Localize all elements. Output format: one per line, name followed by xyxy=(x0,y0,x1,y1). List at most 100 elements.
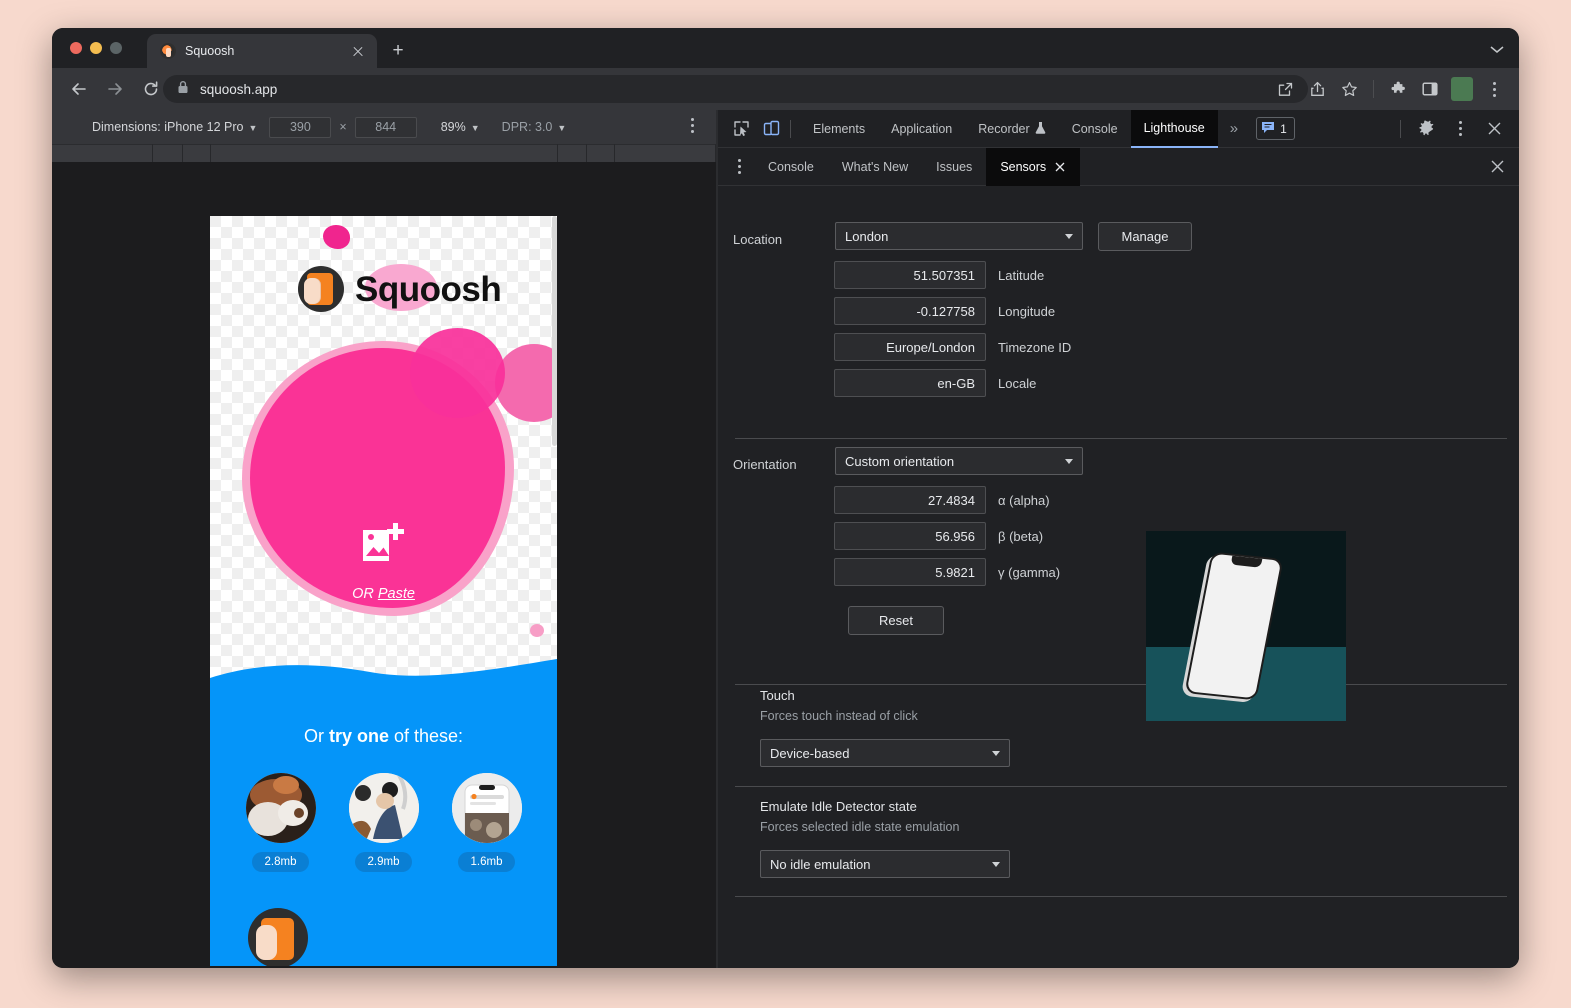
drawer-tab-sensors[interactable]: Sensors xyxy=(986,148,1080,186)
beta-label: β (beta) xyxy=(998,529,1043,544)
devtools-more-kebab-icon[interactable] xyxy=(1445,115,1475,143)
tab-label: Application xyxy=(891,122,952,136)
heading-post: of these: xyxy=(389,726,463,746)
close-drawer-icon[interactable] xyxy=(1489,153,1519,181)
chevron-down-icon: ▼ xyxy=(557,123,566,133)
dpr-select[interactable]: DPR: 3.0▼ xyxy=(502,120,567,134)
squoosh-hero: Squoosh OR Paste xyxy=(210,216,557,686)
share-icon[interactable] xyxy=(1302,74,1332,104)
side-panel-icon[interactable] xyxy=(1415,74,1445,104)
timezone-input[interactable]: Europe/London xyxy=(834,333,986,361)
beta-input[interactable]: 56.956 xyxy=(834,522,986,550)
drawer-tab-issues[interactable]: Issues xyxy=(922,148,986,186)
inspect-element-icon[interactable] xyxy=(726,115,756,143)
reload-icon[interactable] xyxy=(136,74,166,104)
touch-title: Touch xyxy=(760,688,795,703)
dimension-separator: × xyxy=(339,120,346,134)
avatar[interactable] xyxy=(1451,77,1473,101)
zoom-value: 89% xyxy=(441,120,466,134)
latitude-label: Latitude xyxy=(998,268,1044,283)
device-dimensions-select[interactable]: Dimensions: iPhone 12 Pro ▼ xyxy=(92,120,257,134)
manage-locations-button[interactable]: Manage xyxy=(1098,222,1192,251)
sample-item[interactable]: 2.9mb xyxy=(349,773,419,872)
chevron-down-icon: ▼ xyxy=(248,123,257,133)
window-close-button[interactable] xyxy=(70,42,82,54)
location-label: Location xyxy=(733,232,782,247)
new-tab-button[interactable]: + xyxy=(385,38,411,64)
window-minimize-button[interactable] xyxy=(90,42,102,54)
reset-label: Reset xyxy=(879,613,913,628)
phone-screenshot-thumbnail[interactable] xyxy=(452,773,522,843)
add-image-icon[interactable] xyxy=(360,520,408,564)
sample-item[interactable]: 2.8mb xyxy=(246,773,316,872)
section-divider xyxy=(735,786,1507,787)
sensors-panel-content: Location London Manage 51.507351 Latitud… xyxy=(718,188,1519,968)
device-more-kebab-icon[interactable] xyxy=(690,118,694,133)
tab-elements[interactable]: Elements xyxy=(800,110,878,148)
forward-arrow-icon[interactable] xyxy=(100,74,130,104)
device-preview-pane: Squoosh OR Paste xyxy=(52,162,716,968)
browser-tab[interactable]: Squoosh xyxy=(147,34,377,68)
close-sensors-tab-icon[interactable] xyxy=(1054,161,1066,173)
drawer-tab-console[interactable]: Console xyxy=(754,148,828,186)
address-bar[interactable]: squoosh.app xyxy=(163,75,1308,103)
open-in-new-icon[interactable] xyxy=(1270,74,1300,104)
image-dropzone[interactable]: OR Paste xyxy=(210,216,557,686)
window-maximize-button[interactable] xyxy=(110,42,122,54)
tab-label: Recorder xyxy=(978,122,1029,136)
back-arrow-icon[interactable] xyxy=(64,74,94,104)
navigation-toolbar: squoosh.app xyxy=(52,68,1519,110)
location-select[interactable]: London xyxy=(835,222,1083,250)
latitude-input[interactable]: 51.507351 xyxy=(834,261,986,289)
section-divider xyxy=(735,684,1507,685)
locale-input[interactable]: en-GB xyxy=(834,369,986,397)
phone-notch xyxy=(1231,556,1263,568)
chevron-down-icon[interactable] xyxy=(1489,42,1505,54)
more-tabs-button[interactable]: » xyxy=(1218,120,1250,137)
device-toolbar-icon[interactable] xyxy=(756,115,786,143)
viewport-height-input[interactable]: 844 xyxy=(355,117,417,138)
paste-link-text[interactable]: Paste xyxy=(378,586,415,602)
emulated-page-viewport[interactable]: Squoosh OR Paste xyxy=(210,216,557,966)
drawer-more-kebab-icon[interactable] xyxy=(724,153,754,181)
extensions-puzzle-icon[interactable] xyxy=(1383,74,1413,104)
touch-select[interactable]: Device-based xyxy=(760,739,1010,767)
drawer-tab-whats-new[interactable]: What's New xyxy=(828,148,922,186)
phone-3d-model xyxy=(1184,552,1283,701)
tab-label: Lighthouse xyxy=(1144,121,1205,135)
red-panda-thumbnail[interactable] xyxy=(246,773,316,843)
viewport-width-input[interactable]: 390 xyxy=(269,117,331,138)
chrome-menu-kebab-icon[interactable] xyxy=(1479,74,1509,104)
touch-subtitle: Forces touch instead of click xyxy=(760,709,918,723)
alpha-input[interactable]: 27.4834 xyxy=(834,486,986,514)
device-dimensions-label: Dimensions: iPhone 12 Pro xyxy=(92,120,243,134)
sample-thumbnail-row: 2.8mb 2.9mb 1.6mb xyxy=(210,773,557,872)
try-one-heading: Or try one of these: xyxy=(210,726,557,747)
close-devtools-icon[interactable] xyxy=(1479,115,1509,143)
gamma-label: γ (gamma) xyxy=(998,565,1060,580)
orientation-phone-preview[interactable] xyxy=(1146,531,1346,721)
or-paste-link[interactable]: OR Paste xyxy=(352,586,415,602)
viewport-scrollbar[interactable] xyxy=(552,216,557,446)
artist-thumbnail[interactable] xyxy=(349,773,419,843)
idle-select[interactable]: No idle emulation xyxy=(760,850,1010,878)
tab-recorder[interactable]: Recorder xyxy=(965,110,1058,148)
close-tab-icon[interactable] xyxy=(347,40,369,62)
issues-badge[interactable]: 1 xyxy=(1256,117,1295,140)
device-emulation-toolbar: Dimensions: iPhone 12 Pro ▼ 390 × 844 89%… xyxy=(52,110,716,144)
gear-icon[interactable] xyxy=(1411,115,1441,143)
gamma-input[interactable]: 5.9821 xyxy=(834,558,986,586)
longitude-input[interactable]: -0.127758 xyxy=(834,297,986,325)
url-text: squoosh.app xyxy=(200,82,277,97)
zoom-select[interactable]: 89%▼ xyxy=(441,120,480,134)
tab-application[interactable]: Application xyxy=(878,110,965,148)
tab-label: Console xyxy=(768,160,814,174)
sample-item[interactable]: 1.6mb xyxy=(452,773,522,872)
chevron-down-icon xyxy=(1065,234,1073,239)
tab-lighthouse[interactable]: Lighthouse xyxy=(1131,110,1218,148)
tab-console[interactable]: Console xyxy=(1059,110,1131,148)
orientation-select[interactable]: Custom orientation xyxy=(835,447,1083,475)
bookmark-star-icon[interactable] xyxy=(1334,74,1364,104)
reset-orientation-button[interactable]: Reset xyxy=(848,606,944,635)
tab-label: Issues xyxy=(936,160,972,174)
